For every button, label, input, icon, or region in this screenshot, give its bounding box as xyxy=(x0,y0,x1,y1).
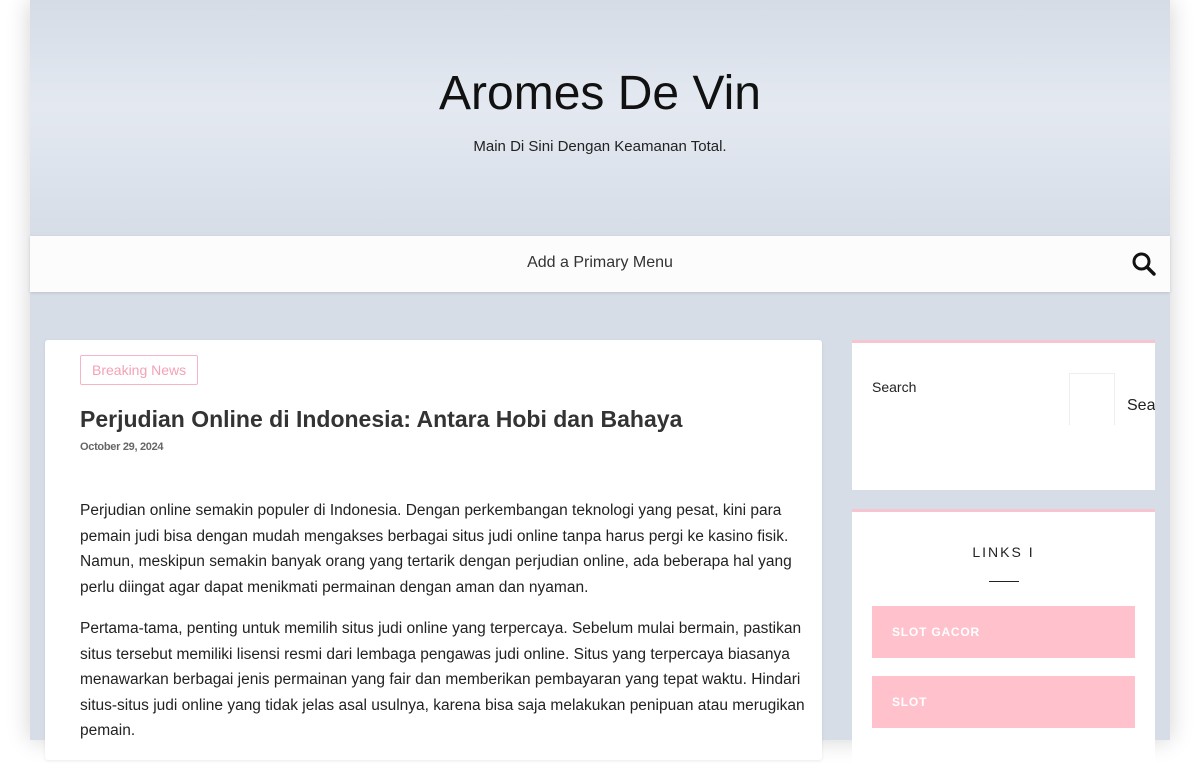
post-article: Breaking News Perjudian Online di Indone… xyxy=(45,340,822,760)
post-content: Perjudian online semakin populer di Indo… xyxy=(80,498,808,760)
page-wrapper: Aromes De Vin Main Di Sini Dengan Keaman… xyxy=(30,0,1170,769)
site-description: Main Di Sini Dengan Keamanan Total. xyxy=(473,138,727,155)
search-label: Search xyxy=(872,379,917,395)
site-header: Aromes De Vin Main Di Sini Dengan Keaman… xyxy=(30,0,1170,236)
title-underline-divider xyxy=(989,581,1019,582)
primary-navigation: Add a Primary Menu xyxy=(30,236,1170,292)
search-widget: Search Search xyxy=(852,340,1155,490)
category-badge[interactable]: Breaking News xyxy=(80,355,199,385)
links-widget-title: LINKS I xyxy=(972,544,1035,560)
site-title[interactable]: Aromes De Vin xyxy=(30,64,1170,124)
search-input[interactable] xyxy=(1069,373,1115,425)
link-slot[interactable]: SLOT xyxy=(872,676,1135,728)
search-icon[interactable] xyxy=(1131,251,1157,277)
link-slot-gacor[interactable]: SLOT GACOR xyxy=(872,606,1135,658)
post-date[interactable]: October 29, 2024 xyxy=(80,441,164,453)
post-paragraph: Pertama-tama, penting untuk memilih situ… xyxy=(80,620,805,739)
search-submit-button[interactable]: Search xyxy=(1127,397,1155,415)
links-widget: LINKS I SLOT GACOR SLOT xyxy=(852,509,1155,769)
post-title[interactable]: Perjudian Online di Indonesia: Antara Ho… xyxy=(80,404,800,434)
post-paragraph: Perjudian online semakin populer di Indo… xyxy=(80,502,792,596)
add-primary-menu-link[interactable]: Add a Primary Menu xyxy=(30,254,1170,272)
